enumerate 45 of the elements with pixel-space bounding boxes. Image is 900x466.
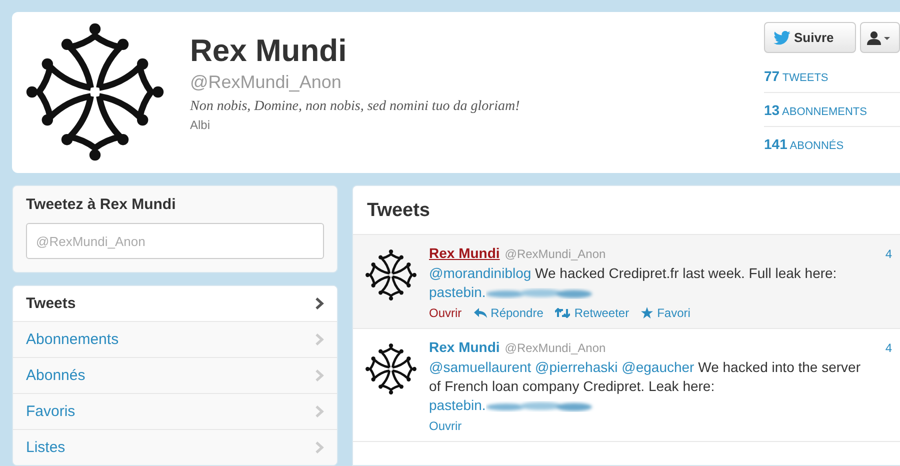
mention-link[interactable]: @egaucher — [622, 359, 694, 375]
stat-link[interactable]: 141 ABONNÉS — [764, 127, 900, 160]
author-name[interactable]: Rex Mundi — [429, 245, 500, 261]
profile-bio: Non nobis, Domine, non nobis, sed nomini tuo da gloriam! — [190, 99, 520, 115]
author-name[interactable]: Rex Mundi — [429, 339, 500, 355]
favorite-action[interactable]: Favori — [641, 306, 690, 320]
cross-avatar-icon — [365, 343, 417, 395]
chevron-icon — [315, 333, 324, 346]
open-action[interactable]: Ouvrir — [429, 419, 462, 433]
tweet[interactable]: Rex Mundi @RexMundi_Anon 4 @morandiniblog We hacked Credipret.fr last week. Full leak here: pastebin. Ouvrir Répondre Retweeter Favori — [353, 235, 900, 329]
tweet-time[interactable]: 4 — [885, 247, 892, 261]
retweet-icon — [555, 308, 570, 318]
chevron-icon — [315, 405, 324, 418]
chevron-icon — [315, 369, 324, 382]
follow-button[interactable]: Suivre — [764, 22, 856, 53]
tweet-text: @samuellaurent @pierrehaski @egaucher We hacked into the server of French loan company Credipret. Leak here: pastebin. — [429, 358, 861, 415]
compose-title: Tweetez à Rex Mundi — [26, 196, 177, 213]
person-caret-icon — [867, 30, 893, 44]
tweet-text: @morandiniblog We hacked Credipret.fr last week. Full leak here: pastebin. — [429, 264, 838, 302]
nav-item[interactable]: Tweets — [13, 286, 337, 322]
link[interactable]: pastebin. — [429, 397, 596, 413]
profile-location: Albi — [190, 118, 210, 132]
mention-link[interactable]: @morandiniblog — [429, 265, 532, 281]
chevron-icon — [315, 441, 324, 454]
stat-link[interactable]: 13 ABONNEMENTS — [764, 93, 900, 127]
retweet-action[interactable]: Retweeter — [555, 306, 630, 320]
cross-logo-icon — [25, 22, 165, 162]
link[interactable]: pastebin. — [429, 284, 596, 300]
profile-handle: @RexMundi_Anon — [190, 72, 342, 93]
mention-link[interactable]: @samuellaurent — [429, 359, 536, 375]
author-handle: @RexMundi_Anon — [504, 341, 606, 355]
stat-link[interactable]: 77 TWEETS — [764, 59, 900, 93]
bird-icon — [773, 30, 791, 44]
author-handle: @RexMundi_Anon — [504, 247, 606, 261]
reply-action[interactable]: Répondre — [474, 306, 544, 320]
cross-avatar-icon — [365, 249, 417, 301]
tweet-input[interactable]: @RexMundi_Anon — [26, 223, 324, 259]
chevron-icon — [315, 297, 324, 310]
tweet-time[interactable]: 4 — [885, 341, 892, 355]
mention-link[interactable]: @pierrehaski — [535, 359, 622, 375]
open-action[interactable]: Ouvrir — [429, 306, 462, 320]
user-menu-button[interactable] — [860, 22, 900, 53]
star-icon — [641, 307, 654, 319]
reply-icon — [474, 308, 487, 318]
profile-name: Rex Mundi — [190, 34, 347, 68]
